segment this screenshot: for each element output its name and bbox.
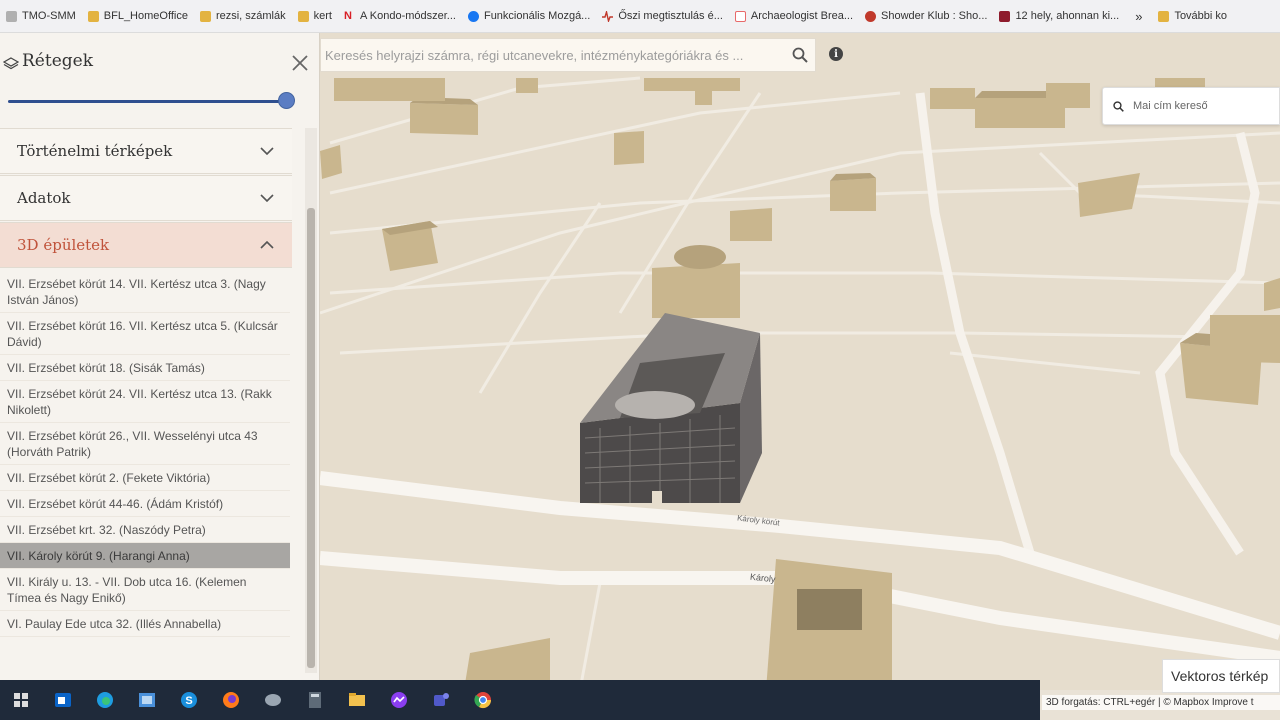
- folder-icon: [199, 10, 211, 22]
- windows-icon[interactable]: [0, 680, 42, 720]
- bookmark-12-hely[interactable]: 12 hely, ahonnan ki...: [993, 0, 1125, 32]
- bookmarks-overflow-button[interactable]: »: [1125, 9, 1152, 24]
- edge-icon[interactable]: [84, 680, 126, 720]
- close-icon[interactable]: [290, 53, 310, 73]
- layers-icon: [3, 57, 19, 70]
- list-item[interactable]: VII. Erzsébet körút 24. VII. Kertész utc…: [0, 381, 290, 423]
- slider-thumb[interactable]: [278, 92, 295, 109]
- facebook-icon: [467, 10, 479, 22]
- pulse-icon: [602, 8, 614, 23]
- bookmark-showder[interactable]: Showder Klub : Sho...: [859, 0, 993, 32]
- chrome-icon[interactable]: [462, 680, 504, 720]
- netflix-icon: N: [343, 9, 352, 22]
- slider-track: [8, 100, 286, 103]
- page-icon: [6, 10, 17, 22]
- calculator-icon[interactable]: [294, 680, 336, 720]
- buildings: [320, 78, 1280, 690]
- svg-text:S: S: [185, 695, 192, 707]
- chevron-down-icon: [242, 194, 292, 202]
- teams-icon[interactable]: [420, 680, 462, 720]
- messenger-icon[interactable]: [378, 680, 420, 720]
- bookmark-bfl-homeoffice[interactable]: BFL_HomeOffice: [82, 0, 194, 32]
- rtl-icon: [865, 10, 877, 22]
- list-item[interactable]: VII. Király u. 13. - VII. Dob utca 16. (…: [0, 569, 290, 611]
- snipping-tool-icon[interactable]: [252, 680, 294, 720]
- search-input[interactable]: [321, 47, 785, 63]
- address-search-box: [1102, 87, 1280, 125]
- list-item[interactable]: VII. Erzsébet körút 2. (Fekete Viktória): [0, 465, 290, 491]
- skype-icon[interactable]: S: [168, 680, 210, 720]
- list-item[interactable]: VII. Erzsébet krt. 32. (Naszódy Petra): [0, 517, 290, 543]
- search-bar: [320, 38, 816, 72]
- info-icon[interactable]: i: [829, 47, 843, 61]
- bookmark-kondo[interactable]: NA Kondo-módszer...: [338, 0, 462, 32]
- search-icon: [792, 47, 808, 63]
- page-icon: [734, 10, 746, 22]
- panel-scrollbar[interactable]: [305, 128, 317, 673]
- section-3d-epuletek[interactable]: 3D épületek: [0, 222, 292, 268]
- bookmark-rezsi[interactable]: rezsi, számlák: [194, 0, 292, 32]
- list-item[interactable]: VII. Erzsébet körút 18. (Sisák Tamás): [0, 355, 290, 381]
- chevron-up-icon: [242, 241, 292, 249]
- firefox-icon[interactable]: [210, 680, 252, 720]
- opacity-slider[interactable]: [8, 91, 298, 111]
- bookmark-tovabbi[interactable]: További ko: [1152, 0, 1233, 32]
- control-panel-icon[interactable]: [126, 680, 168, 720]
- list-item[interactable]: VII. Erzsébet körút 16. VII. Kertész utc…: [0, 313, 290, 355]
- list-item[interactable]: VII. Erzsébet körút 26., VII. Wesselényi…: [0, 423, 290, 465]
- building-list: VII. Erzsébet körút 14. VII. Kertész utc…: [0, 271, 290, 637]
- bookmarks-bar: TMO-SMM BFL_HomeOffice rezsi, számlák ke…: [0, 0, 1280, 33]
- layers-scroll-area: Történelmi térképek Adatok 3D épületek V…: [0, 128, 320, 690]
- panel-title: Rétegek: [22, 51, 93, 71]
- section-adatok[interactable]: Adatok: [0, 175, 292, 221]
- chevron-down-icon: [242, 147, 292, 155]
- bookmark-kert[interactable]: kert: [292, 0, 338, 32]
- bookmark-tmo-smm[interactable]: TMO-SMM: [0, 0, 82, 32]
- list-item-selected[interactable]: VII. Károly körút 9. (Harangi Anna): [0, 543, 290, 569]
- featured-3d-building[interactable]: [580, 313, 762, 505]
- search-icon: [1103, 100, 1133, 112]
- layers-panel: Rétegek Történelmi térképek Adatok 3D ép…: [0, 33, 320, 690]
- list-item[interactable]: VI. Paulay Ede utca 32. (Illés Annabella…: [0, 611, 290, 637]
- scrollbar-thumb[interactable]: [307, 208, 315, 668]
- major-streets: [915, 92, 1260, 556]
- panel-header: Rétegek: [0, 33, 320, 93]
- bookmark-oszi[interactable]: Őszi megtisztulás é...: [596, 0, 729, 32]
- folder-icon: [1158, 10, 1170, 22]
- list-item[interactable]: VII. Erzsébet körút 44-46. (Ádám Kristóf…: [0, 491, 290, 517]
- page-icon: [999, 10, 1011, 22]
- windows-taskbar: S: [0, 680, 1040, 720]
- list-item[interactable]: VII. Erzsébet körút 14. VII. Kertész utc…: [0, 271, 290, 313]
- base-layer-button[interactable]: Vektoros térkép: [1162, 659, 1280, 693]
- section-tortenelmi-terkepek[interactable]: Történelmi térképek: [0, 128, 292, 174]
- map-attribution: 3D forgatás: CTRL+egér | © Mapbox Improv…: [1042, 695, 1280, 710]
- folder-icon: [297, 10, 309, 22]
- file-explorer-icon[interactable]: [336, 680, 378, 720]
- address-search-input[interactable]: [1133, 100, 1263, 112]
- screen: TMO-SMM BFL_HomeOffice rezsi, számlák ke…: [0, 0, 1280, 720]
- outlook-icon[interactable]: [42, 680, 84, 720]
- bookmark-archaeologist[interactable]: Archaeologist Brea...: [729, 0, 859, 32]
- search-button[interactable]: [785, 39, 815, 71]
- bookmark-funkcionalis[interactable]: Funkcionális Mozgá...: [462, 0, 596, 32]
- folder-icon: [87, 10, 99, 22]
